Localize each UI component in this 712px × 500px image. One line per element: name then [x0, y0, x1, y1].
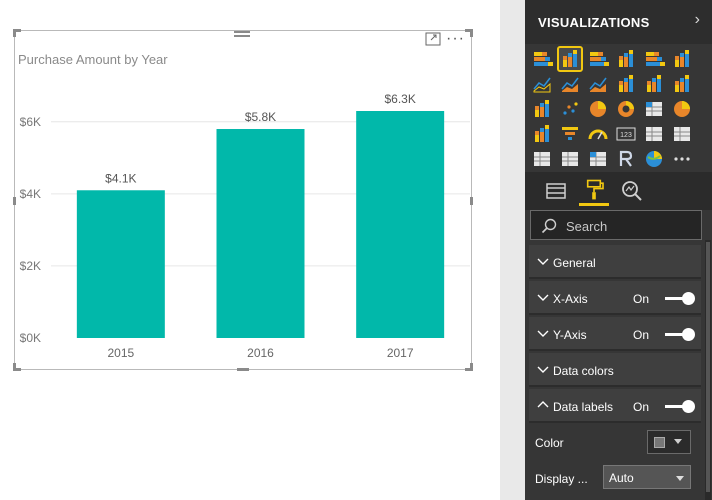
color-swatch: [654, 437, 665, 448]
visualizations-pane: VISUALIZATIONS › 123 Search General X-Ax…: [525, 0, 712, 500]
donut-icon[interactable]: [615, 98, 637, 120]
fields-tab-icon[interactable]: [541, 176, 571, 206]
stacked-column-icon[interactable]: [557, 46, 583, 72]
section-data-labels[interactable]: Data labels On: [529, 389, 701, 423]
canvas-gutter: [500, 0, 525, 500]
section-data-colors[interactable]: Data colors: [529, 353, 701, 387]
section-label: Y-Axis: [553, 328, 587, 342]
section-label: X-Axis: [553, 292, 588, 306]
toggle-state-text: On: [633, 328, 650, 342]
y-tick-label: $6K: [20, 115, 41, 129]
map-icon[interactable]: [671, 98, 693, 120]
bar: [356, 111, 445, 338]
pane-scrollbar[interactable]: [705, 240, 711, 500]
x-axis-toggle[interactable]: [665, 292, 695, 305]
data-label: $4.1K: [105, 171, 136, 185]
data-labels-toggle[interactable]: [665, 400, 695, 413]
line-chart-icon[interactable]: [531, 73, 553, 95]
clustered-column-icon[interactable]: [615, 48, 637, 70]
report-canvas: ··· Purchase Amount by Year $0K $2K $4K $6K…: [0, 0, 500, 500]
kpi-icon[interactable]: [671, 123, 693, 145]
svg-text:123: 123: [620, 132, 632, 139]
dropdown-arrow-icon: [676, 476, 684, 481]
section-label: General: [553, 256, 596, 270]
pane-tabs: [525, 172, 712, 210]
x-tick-label: 2016: [247, 346, 274, 360]
display-units-property: Display ... Auto: [529, 461, 701, 495]
ribbon-chart-icon[interactable]: [671, 73, 693, 95]
100-column-icon[interactable]: [671, 48, 693, 70]
x-tick-label: 2017: [387, 346, 414, 360]
card-icon[interactable]: 123: [615, 123, 637, 145]
column-chart-visual[interactable]: ··· Purchase Amount by Year $0K $2K $4K $6K…: [13, 29, 473, 371]
gauge-icon[interactable]: [587, 123, 609, 145]
funnel-icon[interactable]: [559, 123, 581, 145]
bar: [76, 190, 165, 338]
scatter-icon[interactable]: [559, 98, 581, 120]
section-y-axis[interactable]: Y-Axis On: [529, 317, 701, 351]
column-chart: $0K $2K $4K $6K $4.1K 2015 $5.8K 2016 $6.3K 2017: [20, 92, 470, 360]
chevron-down-icon: [537, 294, 549, 301]
section-x-axis[interactable]: X-Axis On: [529, 281, 701, 315]
display-units-label: Display ...: [535, 472, 588, 486]
section-general[interactable]: General: [529, 245, 701, 279]
y-tick-label: $2K: [20, 259, 41, 273]
analytics-magnifier-icon[interactable]: [617, 176, 647, 206]
y-tick-label: $4K: [20, 187, 41, 201]
line-stacked-column-icon[interactable]: [643, 73, 665, 95]
section-label: Data labels: [553, 400, 614, 414]
collapse-pane-icon[interactable]: ›: [695, 11, 700, 29]
matrix-icon[interactable]: [587, 148, 609, 170]
color-picker-button[interactable]: [647, 430, 691, 454]
toggle-state-text: On: [633, 292, 650, 306]
y-axis-toggle[interactable]: [665, 328, 695, 341]
multi-row-card-icon[interactable]: [643, 123, 665, 145]
stacked-bar-icon[interactable]: [531, 48, 553, 70]
treemap-icon[interactable]: [643, 98, 665, 120]
100-bar-icon[interactable]: [643, 48, 665, 70]
table-icon[interactable]: [559, 148, 581, 170]
data-label: $6.3K: [384, 92, 415, 106]
toggle-state-text: On: [633, 400, 650, 414]
chevron-down-icon: [537, 258, 549, 265]
format-search-input[interactable]: Search: [530, 210, 702, 240]
chevron-down-icon: [537, 330, 549, 337]
x-tick-label: 2015: [107, 346, 134, 360]
pie-icon[interactable]: [587, 98, 609, 120]
slicer-icon[interactable]: [531, 148, 553, 170]
search-icon: [541, 218, 557, 234]
line-column-icon[interactable]: [615, 73, 637, 95]
filled-map-icon[interactable]: [531, 123, 553, 145]
pane-header: VISUALIZATIONS ›: [525, 0, 712, 44]
format-paint-roller-icon[interactable]: [579, 176, 609, 206]
pane-title: VISUALIZATIONS: [538, 15, 650, 30]
r-visual-icon[interactable]: [615, 148, 637, 170]
chevron-up-icon: [537, 401, 549, 408]
dropdown-arrow-icon: [674, 439, 682, 444]
more-visuals-icon[interactable]: [671, 148, 693, 170]
y-tick-label: $0K: [20, 331, 41, 345]
display-units-select[interactable]: Auto: [603, 465, 691, 489]
display-units-value: Auto: [609, 471, 634, 485]
section-label: Data colors: [553, 364, 614, 378]
color-property: Color: [529, 425, 701, 459]
stacked-area-icon[interactable]: [587, 73, 609, 95]
chevron-down-icon: [537, 366, 549, 373]
globe-icon[interactable]: [643, 148, 665, 170]
bar: [216, 129, 305, 338]
color-label: Color: [535, 436, 564, 450]
area-chart-icon[interactable]: [559, 73, 581, 95]
clustered-bar-icon[interactable]: [587, 48, 609, 70]
data-label: $5.8K: [245, 110, 276, 124]
waterfall-icon[interactable]: [531, 98, 553, 120]
search-placeholder: Search: [566, 219, 608, 234]
